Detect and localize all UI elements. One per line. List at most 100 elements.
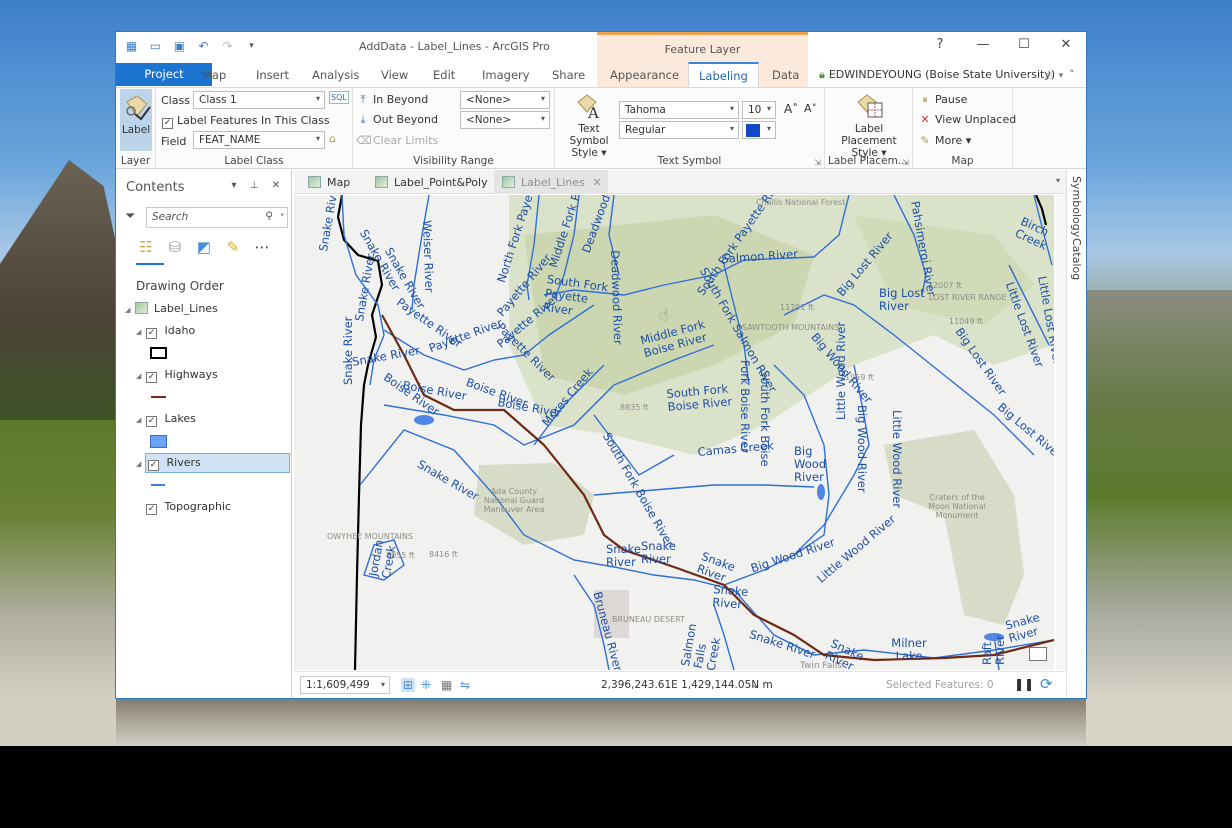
close-tab-icon[interactable]: ✕: [592, 176, 601, 189]
layer-row-lakes[interactable]: ◢ ✓ Lakes: [136, 410, 196, 428]
tab-map-view-map[interactable]: Map: [300, 170, 356, 194]
font-style-dropdown[interactable]: Regular ▾: [619, 121, 739, 139]
tab-analysis[interactable]: Analysis: [312, 68, 359, 82]
undo-icon[interactable]: ↶: [196, 40, 211, 53]
layer-row-highways[interactable]: ◢ ✓ Highways: [136, 366, 218, 384]
collapse-ribbon-icon[interactable]: ˄: [1069, 68, 1075, 81]
tab-share[interactable]: Share: [552, 68, 585, 82]
in-beyond-dropdown[interactable]: <None> ▾: [460, 91, 550, 109]
chevron-down-icon: ▾: [380, 680, 385, 689]
tab-label: Label_Point&Poly: [394, 176, 488, 189]
layer-row-idaho[interactable]: ◢ ✓ Idaho: [136, 322, 195, 340]
layer-visibility-checkbox[interactable]: ✓: [146, 416, 157, 427]
tab-map[interactable]: Map: [202, 68, 226, 82]
refresh-button[interactable]: ⟳: [1040, 675, 1053, 693]
pause-drawing-button[interactable]: ❚❚: [1014, 677, 1034, 691]
list-by-drawing-order-icon[interactable]: ☷: [137, 238, 155, 256]
tab-labeling[interactable]: Labeling: [688, 62, 759, 88]
label-features-checkbox[interactable]: ✓ Label Features In This Class: [162, 114, 330, 129]
text-symbol-style-button[interactable]: A Text Symbol Style ▾: [559, 91, 619, 159]
tab-map-view-label-lines[interactable]: Label_Lines ✕: [494, 170, 608, 194]
notification-bell-icon[interactable]: ◬: [1045, 67, 1053, 80]
chevron-down-icon: ▾: [766, 104, 771, 113]
class-dropdown[interactable]: Class 1 ▾: [193, 91, 325, 109]
expand-triangle-icon[interactable]: ◢: [125, 301, 135, 319]
tab-data[interactable]: Data: [772, 68, 799, 82]
close-button[interactable]: ✕: [1056, 37, 1076, 52]
out-beyond-button[interactable]: ⤓ Out Beyond: [356, 113, 438, 127]
field-dropdown[interactable]: FEAT_NAME ▾: [193, 131, 325, 149]
river-label: South Fork Boise: [758, 370, 772, 467]
contents-search-input[interactable]: Search ⚲ ▾: [146, 207, 288, 228]
more-button[interactable]: ✎ More ▾: [918, 134, 971, 147]
maximize-button[interactable]: ☐: [1014, 37, 1034, 52]
tab-view[interactable]: View: [381, 68, 408, 82]
sql-query-button[interactable]: SQL: [329, 91, 349, 104]
pause-text: Pause: [935, 93, 968, 106]
map-overview-icon[interactable]: [1029, 647, 1047, 661]
scale-dropdown[interactable]: 1:1,609,499 ▾: [300, 676, 390, 694]
group-label-placement-label: Label Placem...: [828, 155, 908, 167]
coordinate-format-dropdown[interactable]: ⌄: [751, 678, 760, 691]
view-unplaced-button[interactable]: ✕ View Unplaced: [918, 113, 1016, 126]
map-canvas[interactable]: Challis National Forest Ada County Natio…: [294, 195, 1054, 670]
layer-visibility-checkbox[interactable]: ✓: [146, 372, 157, 383]
dialog-launcher-icon[interactable]: ⇲: [902, 158, 909, 167]
grid-icon[interactable]: ▦: [441, 678, 452, 692]
font-color-picker[interactable]: ▾: [742, 121, 776, 139]
contents-pane-controls[interactable]: ▾ ⊥ ✕: [232, 180, 285, 191]
tab-project[interactable]: Project: [116, 63, 212, 86]
navigation-icon[interactable]: ⇋: [460, 678, 470, 692]
expand-triangle-icon[interactable]: ◢: [136, 323, 146, 341]
redo-icon[interactable]: ↷: [220, 40, 235, 53]
expression-builder-icon[interactable]: ⌂: [329, 132, 336, 145]
selected-features-count[interactable]: Selected Features: 0: [886, 679, 994, 691]
label-placement-style-button[interactable]: Label Placement Style ▾: [828, 91, 910, 159]
expand-triangle-icon[interactable]: ◢: [136, 411, 146, 429]
tree-map-label-lines[interactable]: ◢ Label_Lines: [125, 300, 218, 318]
filter-icon[interactable]: ⏷: [125, 209, 135, 224]
map-vertical-scrollbar[interactable]: [1056, 195, 1066, 670]
snapping-icon[interactable]: ⊞: [401, 678, 416, 692]
font-family-dropdown[interactable]: Tahoma ▾: [619, 101, 739, 119]
font-size-dropdown[interactable]: 10 ▾: [742, 101, 776, 119]
clear-limits-button[interactable]: ⌫Clear Limits: [356, 134, 438, 147]
new-project-icon[interactable]: ▦: [124, 40, 139, 53]
tab-map-view-label-point-poly[interactable]: Label_Point&Poly: [367, 170, 494, 194]
list-by-editing-icon[interactable]: ✎: [224, 238, 242, 256]
list-by-data-source-icon[interactable]: ⛁: [166, 238, 184, 256]
user-account[interactable]: 🔒︎ EDWINDEYOUNG (Boise State University) …: [819, 68, 1063, 82]
tab-symbology[interactable]: Symbology: [1070, 176, 1083, 237]
shrink-font-button[interactable]: A˅: [804, 102, 817, 115]
list-by-selection-icon[interactable]: ◩: [195, 238, 213, 256]
tab-insert[interactable]: Insert: [256, 68, 289, 82]
customize-icon[interactable]: ▾: [244, 40, 259, 53]
layer-row-rivers[interactable]: ✓ Rivers: [145, 453, 290, 473]
expand-triangle-icon[interactable]: ◢: [136, 455, 146, 473]
layer-row-topographic[interactable]: ✓ Topographic: [146, 498, 231, 516]
grid-snap-icon[interactable]: ⁜: [421, 678, 431, 692]
open-project-icon[interactable]: ▭: [148, 40, 163, 53]
tab-catalog[interactable]: Catalog: [1070, 238, 1083, 280]
tab-list-dropdown-icon[interactable]: ▾: [1056, 176, 1060, 185]
tab-edit[interactable]: Edit: [433, 68, 455, 82]
pause-labeling-button[interactable]: ⏸ Pause: [918, 93, 967, 107]
layer-visibility-checkbox[interactable]: ✓: [146, 504, 157, 515]
dialog-launcher-icon[interactable]: ⇲: [814, 158, 821, 167]
label-toggle-button[interactable]: Label: [120, 89, 152, 151]
more-options-icon[interactable]: ⋯: [253, 238, 271, 256]
minimize-button[interactable]: —: [973, 37, 993, 52]
help-button[interactable]: ?: [930, 37, 950, 52]
layer-visibility-checkbox[interactable]: ✓: [146, 328, 157, 339]
save-project-icon[interactable]: ▣: [172, 40, 187, 53]
tab-imagery[interactable]: Imagery: [482, 68, 530, 82]
quick-access-toolbar: ▦ ▭ ▣ ↶ ↷ ▾: [124, 40, 259, 53]
rivers-expand[interactable]: ◢: [136, 454, 146, 472]
grow-font-button[interactable]: A˄: [784, 102, 798, 116]
in-beyond-button[interactable]: ⤒ In Beyond: [356, 93, 429, 107]
expand-triangle-icon[interactable]: ◢: [136, 367, 146, 385]
tab-appearance[interactable]: Appearance: [610, 68, 679, 82]
class-label: Class: [161, 94, 190, 107]
out-beyond-dropdown[interactable]: <None> ▾: [460, 111, 550, 129]
layer-visibility-checkbox[interactable]: ✓: [148, 460, 159, 471]
